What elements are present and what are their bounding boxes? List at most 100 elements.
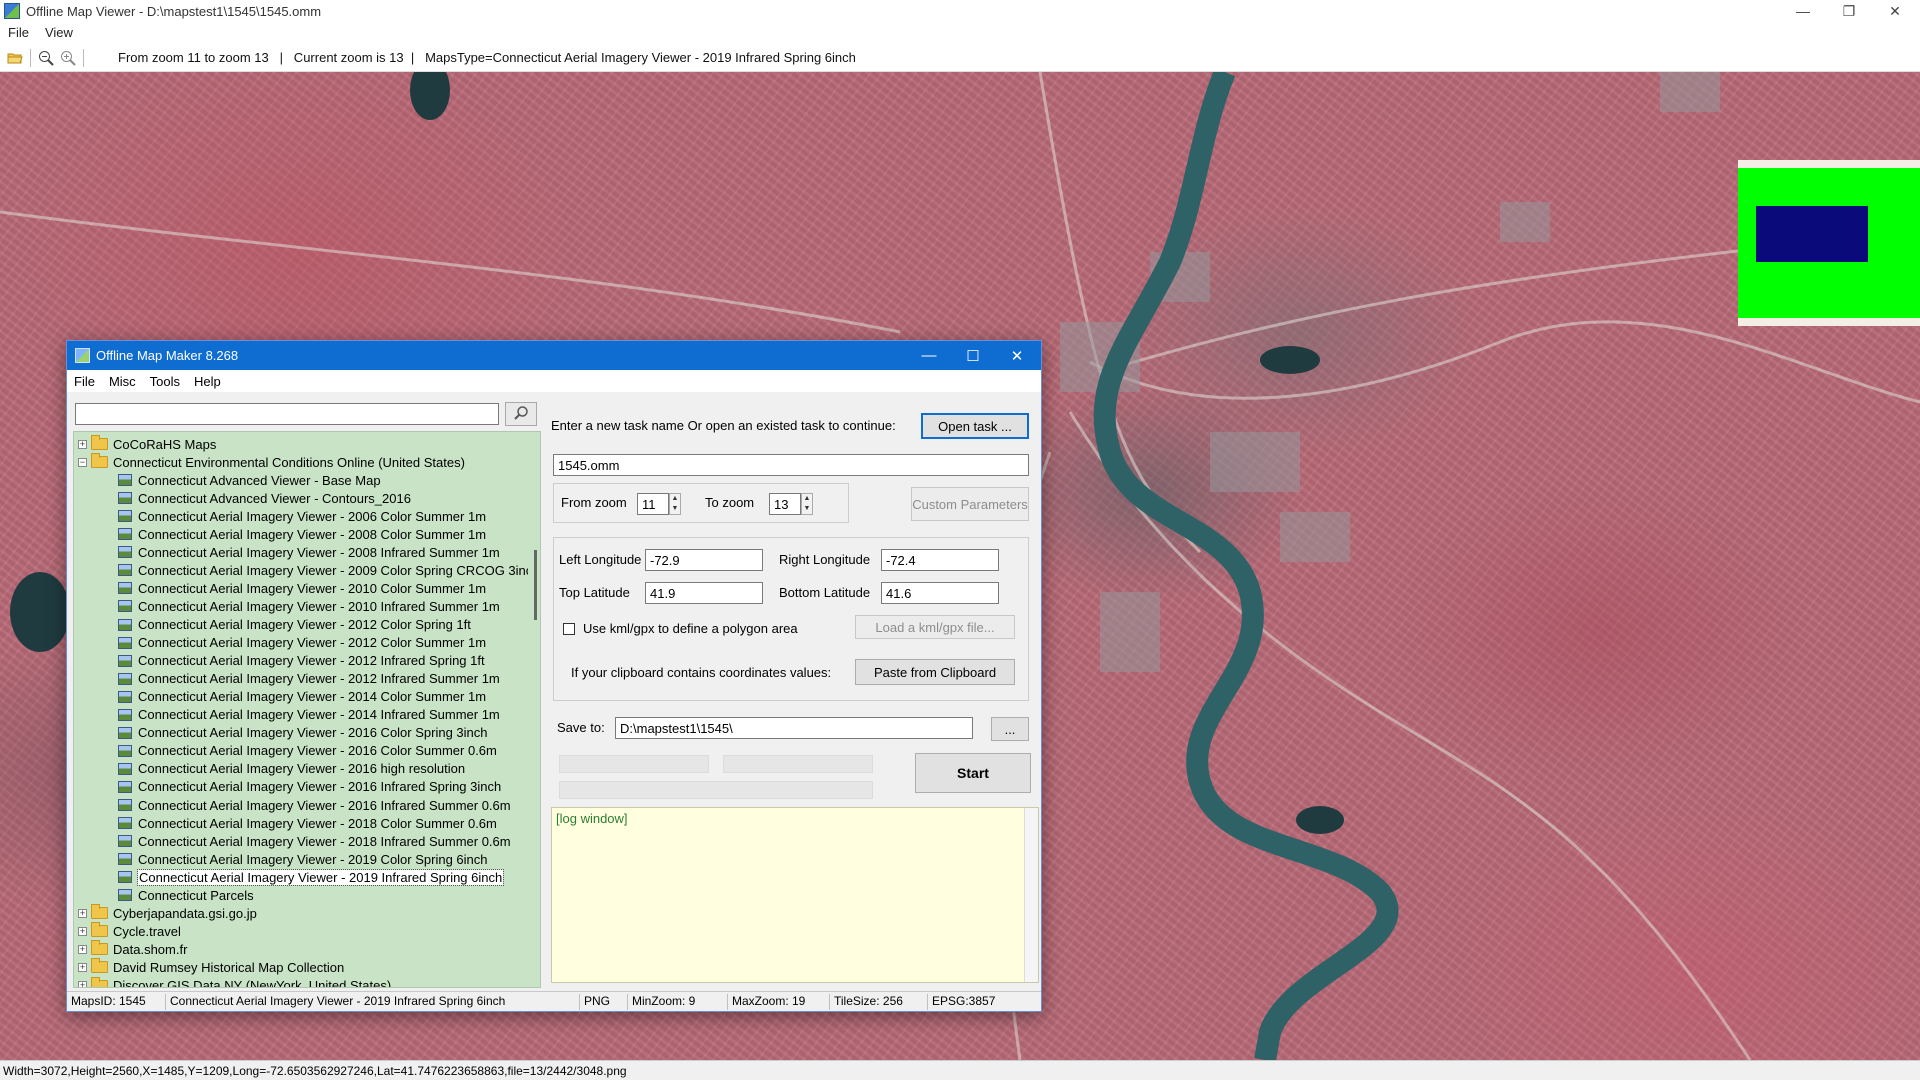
tree-scrollbar[interactable] <box>528 432 540 987</box>
spin-up-icon[interactable]: ▲ <box>670 494 680 504</box>
overview-viewport-rect[interactable] <box>1756 206 1868 262</box>
close-button[interactable]: ✕ <box>1872 0 1918 22</box>
tree-folder-item[interactable]: + Data.shom.fr <box>78 940 187 958</box>
tree-map-item[interactable]: Connecticut Advanced Viewer - Contours_2… <box>118 489 411 507</box>
expand-icon[interactable]: + <box>78 439 87 449</box>
overview-minimap[interactable] <box>1738 160 1920 326</box>
maps-search-input[interactable] <box>75 403 499 425</box>
tree-map-item[interactable]: Connecticut Aerial Imagery Viewer - 2012… <box>118 634 486 652</box>
tree-item-label: Connecticut Aerial Imagery Viewer - 2016… <box>138 797 511 813</box>
tree-map-item[interactable]: Connecticut Aerial Imagery Viewer - 2018… <box>118 832 511 850</box>
tree-map-item[interactable]: Connecticut Aerial Imagery Viewer - 2010… <box>118 597 500 615</box>
tree-folder-item[interactable]: + CoCoRaHS Maps <box>78 435 216 453</box>
tree-map-item[interactable]: Connecticut Parcels <box>118 886 254 904</box>
cursor-info-text: Width=3072,Height=2560,X=1485,Y=1209,Lon… <box>3 1063 627 1078</box>
custom-parameters-button[interactable]: Custom Parameters <box>911 487 1029 521</box>
maps-tree[interactable]: + CoCoRaHS Maps − Connecticut Environmental… <box>73 431 541 988</box>
folder-open-icon <box>91 453 108 469</box>
expand-icon[interactable]: + <box>78 926 87 936</box>
minimize-button[interactable]: — <box>1780 0 1826 22</box>
open-folder-icon[interactable] <box>4 47 26 69</box>
tree-item-label: Connecticut Aerial Imagery Viewer - 2010… <box>138 580 487 596</box>
tree-map-item[interactable]: Connecticut Aerial Imagery Viewer - 2016… <box>118 724 488 742</box>
tree-map-item[interactable]: Connecticut Aerial Imagery Viewer - 2012… <box>118 616 471 634</box>
tree-map-item[interactable]: Connecticut Aerial Imagery Viewer - 2010… <box>118 579 486 597</box>
tree-map-item[interactable]: Connecticut Aerial Imagery Viewer - 2018… <box>118 814 497 832</box>
tree-map-item[interactable]: Connecticut Aerial Imagery Viewer - 2009… <box>118 561 540 579</box>
dialog-menu-misc[interactable]: Misc <box>102 374 143 389</box>
search-button[interactable] <box>505 402 537 426</box>
tree-folder-item[interactable]: + Cycle.travel <box>78 922 181 940</box>
tree-map-item[interactable]: Connecticut Aerial Imagery Viewer - 2019… <box>118 868 505 886</box>
task-name-input[interactable]: 1545.omm <box>553 454 1029 476</box>
tree-folder-item[interactable]: + Cyberjapandata.gsi.go.jp <box>78 904 257 922</box>
format-cell: PNG <box>579 994 610 1010</box>
tree-map-item[interactable]: Connecticut Aerial Imagery Viewer - 2006… <box>118 507 486 525</box>
tree-map-item[interactable]: Connecticut Aerial Imagery Viewer - 2016… <box>118 778 501 796</box>
window-title: Offline Map Viewer - D:\mapstest1\1545\1… <box>26 3 322 19</box>
tree-item-label: Connecticut Aerial Imagery Viewer - 2019… <box>136 868 505 886</box>
use-kml-label[interactable]: Use kml/gpx to define a polygon area <box>583 621 798 636</box>
bottom-latitude-input[interactable]: 41.6 <box>881 582 999 604</box>
from-zoom-input[interactable]: 11 <box>637 493 669 515</box>
status-bar: Width=3072,Height=2560,X=1485,Y=1209,Lon… <box>0 1060 1920 1080</box>
expand-icon[interactable]: + <box>78 981 87 987</box>
dialog-maximize-button[interactable]: ☐ <box>951 341 995 370</box>
browse-button[interactable]: ... <box>991 717 1029 741</box>
maps-type-cell: Connecticut Aerial Imagery Viewer - 2019… <box>165 994 505 1010</box>
maximize-button[interactable]: ❐ <box>1826 0 1872 22</box>
tree-map-item[interactable]: Connecticut Aerial Imagery Viewer - 2012… <box>118 652 485 670</box>
zoom-out-icon[interactable] <box>35 47 57 69</box>
spin-down-icon[interactable]: ▼ <box>802 504 812 514</box>
folder-icon <box>91 940 108 956</box>
tree-map-item[interactable]: Connecticut Advanced Viewer - Base Map <box>118 471 381 489</box>
open-task-button[interactable]: Open task ... <box>921 413 1029 439</box>
tree-map-item[interactable]: Connecticut Aerial Imagery Viewer - 2016… <box>118 742 497 760</box>
tree-map-item[interactable]: Connecticut Aerial Imagery Viewer - 2016… <box>118 760 465 778</box>
tree-folder-item[interactable]: + Discover GIS Data NY (NewYork, United S… <box>78 976 391 987</box>
log-scrollbar[interactable] <box>1024 808 1038 982</box>
save-path-input[interactable]: D:\mapstest1\1545\ <box>615 717 973 739</box>
from-zoom-spinner[interactable]: ▲ ▼ <box>669 493 681 515</box>
maps-list-pane: + CoCoRaHS Maps − Connecticut Environmental… <box>73 397 541 988</box>
tree-map-item[interactable]: Connecticut Aerial Imagery Viewer - 2008… <box>118 543 500 561</box>
spin-up-icon[interactable]: ▲ <box>802 494 812 504</box>
dialog-close-button[interactable]: ✕ <box>995 341 1039 370</box>
tree-map-item[interactable]: Connecticut Aerial Imagery Viewer - 2019… <box>118 850 488 868</box>
spin-down-icon[interactable]: ▼ <box>670 504 680 514</box>
expand-icon[interactable]: + <box>78 962 87 972</box>
map-layer-icon <box>118 618 132 631</box>
map-layer-icon <box>118 780 132 793</box>
dialog-menu-file[interactable]: File <box>67 374 102 389</box>
tree-map-item[interactable]: Connecticut Aerial Imagery Viewer - 2014… <box>118 706 500 724</box>
zoom-in-icon[interactable] <box>57 47 79 69</box>
tree-folder-item[interactable]: − Connecticut Environmental Conditions On… <box>78 453 465 471</box>
expand-icon[interactable]: + <box>78 908 87 918</box>
tree-map-item[interactable]: Connecticut Aerial Imagery Viewer - 2016… <box>118 796 511 814</box>
log-window[interactable]: [log window] <box>551 807 1039 983</box>
load-kml-button[interactable]: Load a kml/gpx file... <box>855 615 1015 639</box>
dialog-minimize-button[interactable]: — <box>907 341 951 370</box>
toolbar: From zoom 11 to zoom 13 | Current zoom i… <box>0 44 1920 72</box>
tree-map-item[interactable]: Connecticut Aerial Imagery Viewer - 2012… <box>118 670 500 688</box>
start-button[interactable]: Start <box>915 753 1031 793</box>
collapse-icon[interactable]: − <box>78 457 87 467</box>
right-longitude-input[interactable]: -72.4 <box>881 549 999 571</box>
tree-folder-item[interactable]: + David Rumsey Historical Map Collection <box>78 958 344 976</box>
menu-file[interactable]: File <box>0 25 37 40</box>
paste-from-clipboard-button[interactable]: Paste from Clipboard <box>855 659 1015 685</box>
tree-map-item[interactable]: Connecticut Aerial Imagery Viewer - 2008… <box>118 525 486 543</box>
expand-icon[interactable]: + <box>78 944 87 954</box>
to-zoom-input[interactable]: 13 <box>769 493 801 515</box>
menu-view[interactable]: View <box>37 25 81 40</box>
title-bar: Offline Map Viewer - D:\mapstest1\1545\1… <box>0 0 1920 22</box>
top-latitude-input[interactable]: 41.9 <box>645 582 763 604</box>
dialog-title-bar[interactable]: Offline Map Maker 8.268 — ☐ ✕ <box>67 341 1041 370</box>
to-zoom-spinner[interactable]: ▲ ▼ <box>801 493 813 515</box>
dialog-menu-help[interactable]: Help <box>187 374 228 389</box>
dialog-menu-tools[interactable]: Tools <box>143 374 187 389</box>
tree-scrollbar-thumb[interactable] <box>534 550 537 620</box>
left-longitude-input[interactable]: -72.9 <box>645 549 763 571</box>
use-kml-checkbox[interactable] <box>563 623 575 635</box>
tree-map-item[interactable]: Connecticut Aerial Imagery Viewer - 2014… <box>118 688 486 706</box>
